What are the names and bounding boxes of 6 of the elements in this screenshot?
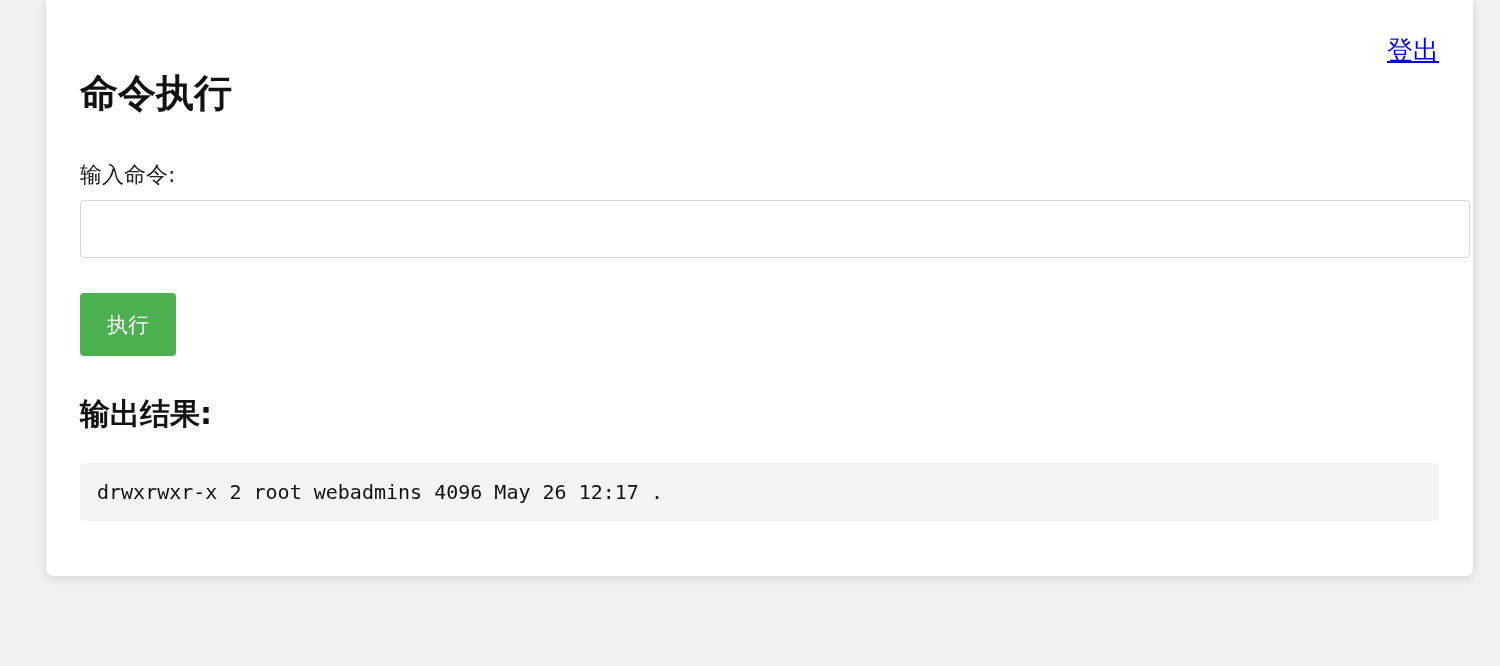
command-label: 输入命令: [80,161,176,189]
output-line: drwxrwxr-x 2 root webadmins 4096 May 26 12:17 . [97,479,664,505]
output-heading: 输出结果: [80,395,212,433]
command-input[interactable] [80,200,1470,258]
page-title: 命令执行 [80,70,232,116]
logout-link[interactable]: 登出 [1387,35,1439,65]
